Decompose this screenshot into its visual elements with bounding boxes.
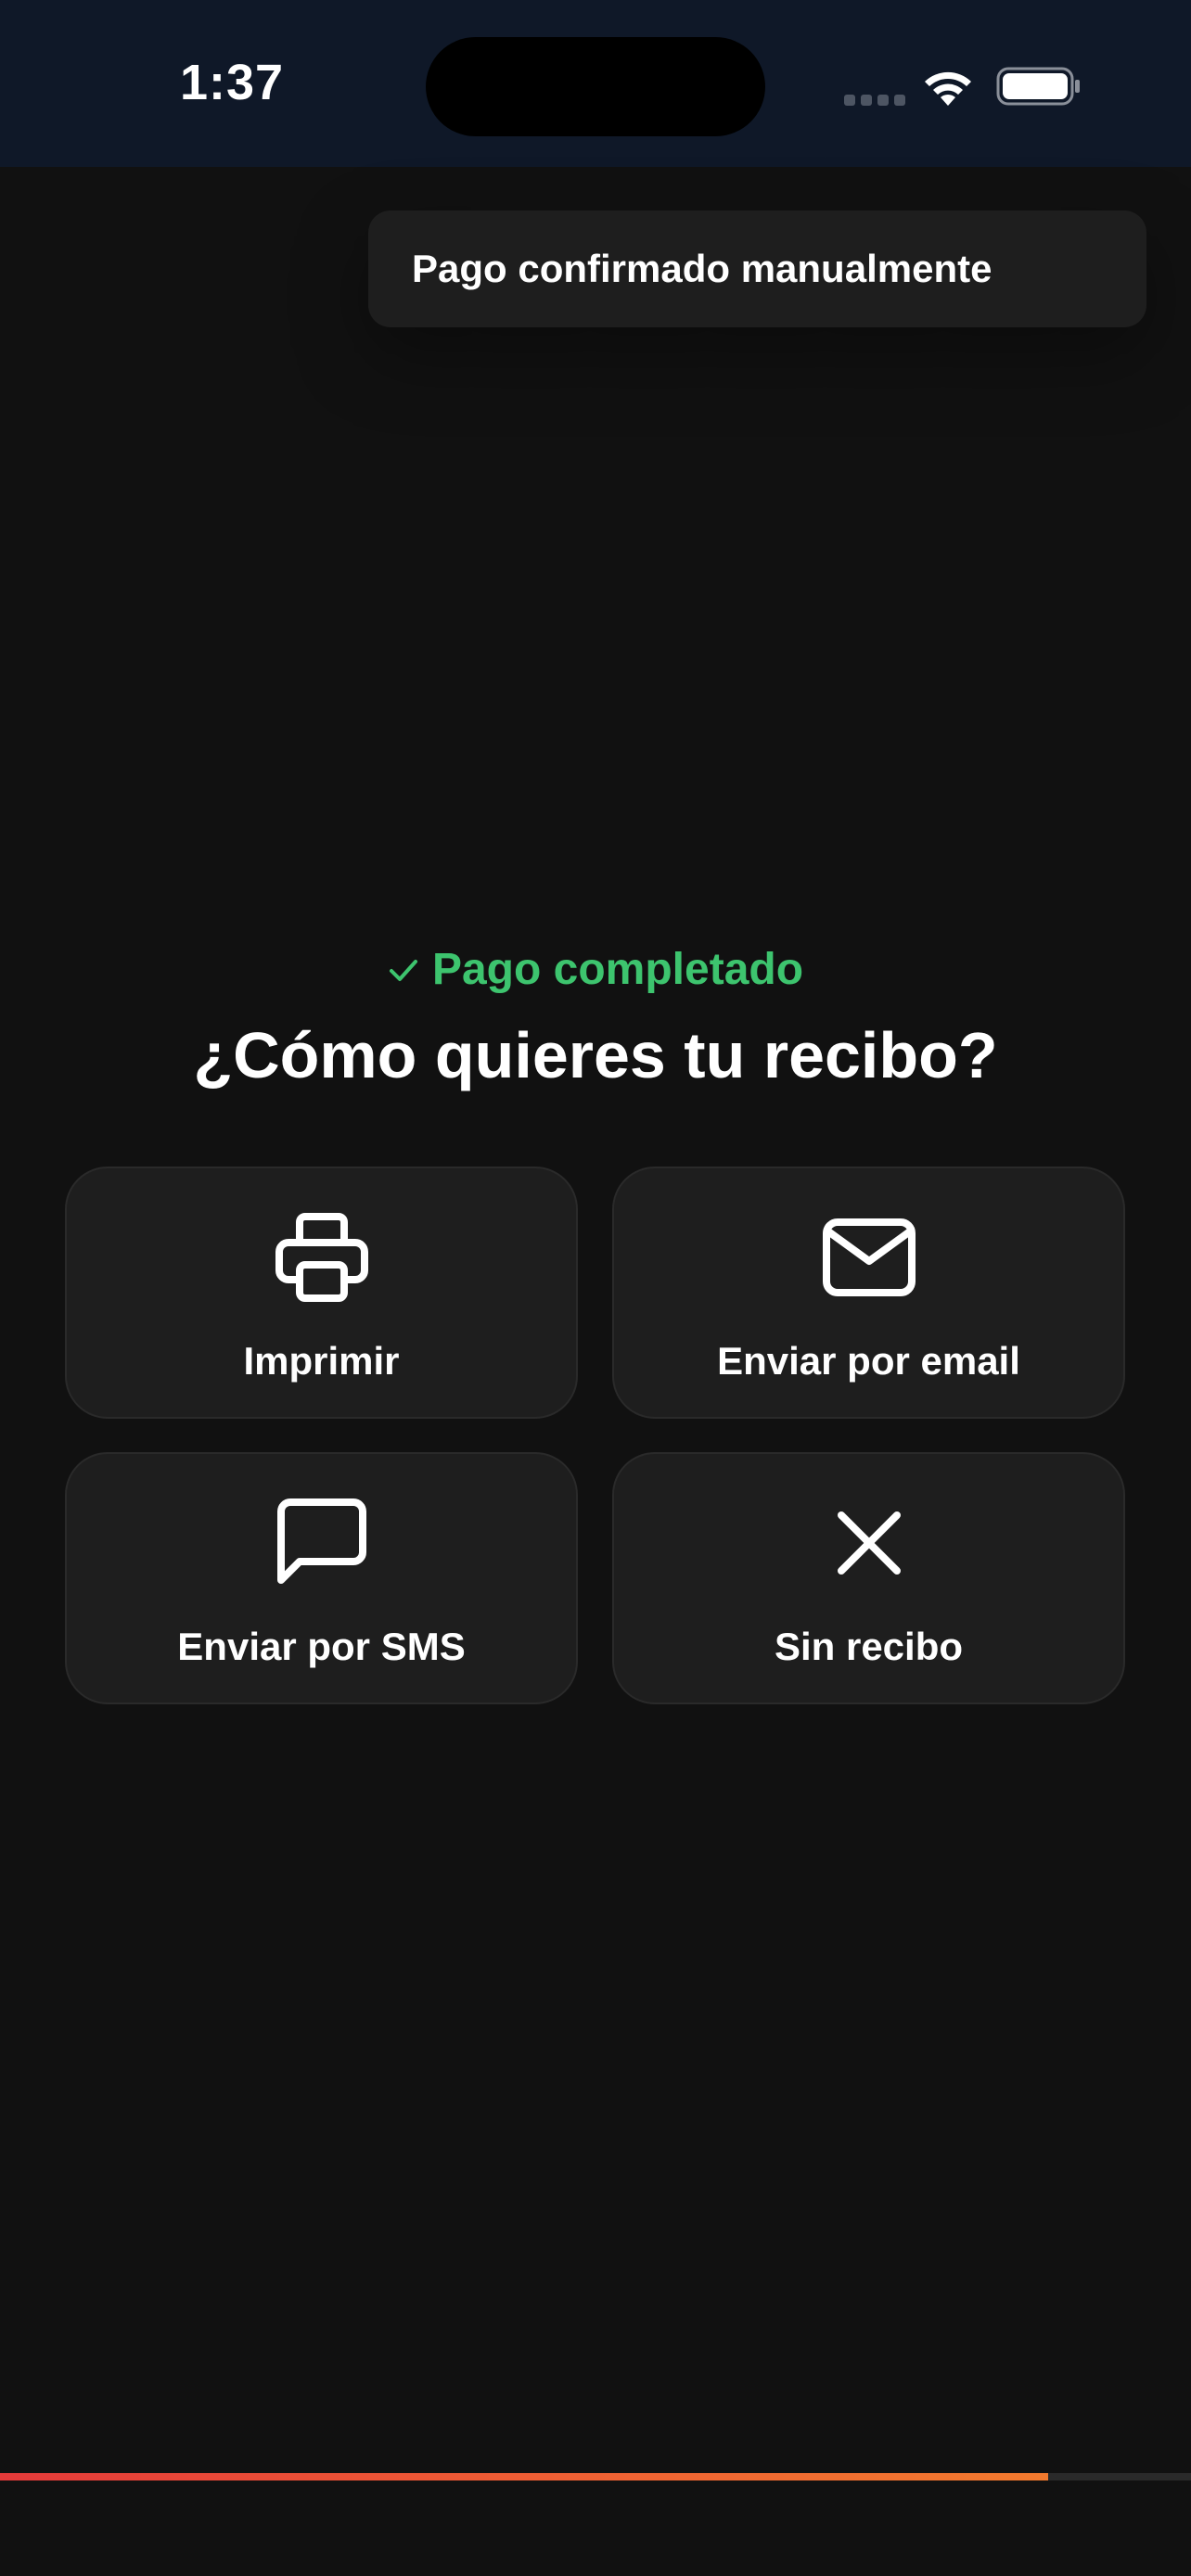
printer-icon <box>275 1213 368 1302</box>
payment-status-text: Pago completado <box>431 945 804 994</box>
check-icon <box>389 959 417 981</box>
dynamic-island <box>426 37 765 136</box>
page-title: ¿Cómo quieres tu recibo? <box>193 1019 998 1091</box>
no-receipt-label: Sin recibo <box>774 1625 964 1668</box>
email-receipt-button[interactable]: Enviar por email <box>612 1167 1125 1419</box>
print-receipt-label: Imprimir <box>243 1339 400 1383</box>
message-icon <box>276 1498 366 1584</box>
print-receipt-button[interactable]: Imprimir <box>65 1167 578 1419</box>
wifi-icon <box>925 71 971 106</box>
progress-bar <box>0 2473 1191 2480</box>
battery-icon <box>996 67 1080 106</box>
cellular-signal-icon <box>844 95 905 106</box>
status-bar: 1:37 <box>0 0 1191 167</box>
toast-message: Pago confirmado manualmente <box>412 247 992 290</box>
payment-confirmed-toast: Pago confirmado manualmente <box>368 210 1146 327</box>
email-receipt-label: Enviar por email <box>717 1339 1020 1383</box>
mail-icon <box>822 1218 916 1296</box>
progress-fill <box>0 2473 1048 2480</box>
sms-receipt-button[interactable]: Enviar por SMS <box>65 1452 578 1704</box>
no-receipt-button[interactable]: Sin recibo <box>612 1452 1125 1704</box>
close-icon <box>837 1511 901 1575</box>
status-time: 1:37 <box>180 55 285 110</box>
receipt-screen: 1:37 Pago confirmado manualmente Pago co… <box>0 0 1191 2576</box>
payment-status: Pago completado <box>0 944 1191 995</box>
sms-receipt-label: Enviar por SMS <box>177 1625 466 1668</box>
